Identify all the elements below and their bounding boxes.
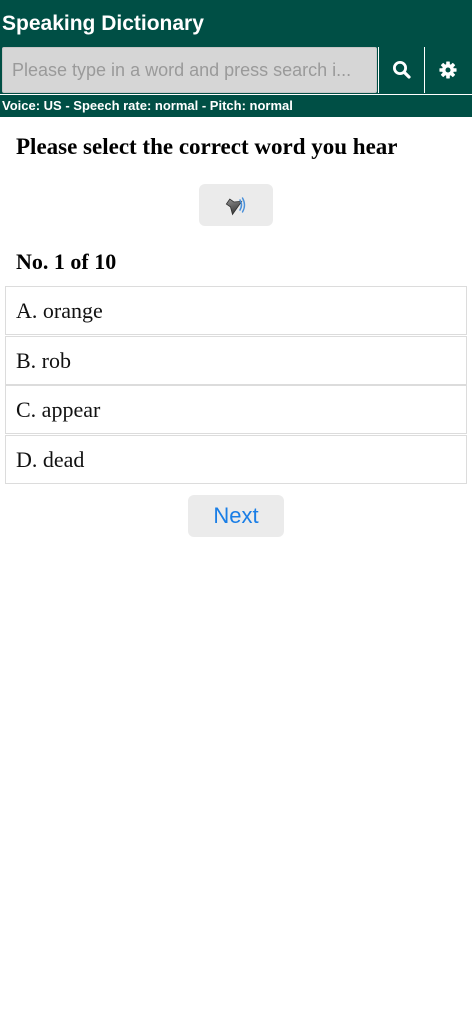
gear-icon [438,61,457,79]
app-header: Speaking Dictionary Voice: US - Speech r… [0,0,472,117]
search-icon [392,61,411,79]
search-button[interactable] [378,47,424,93]
voice-settings-line[interactable]: Voice: US - Speech rate: normal - Pitch:… [0,94,472,115]
settings-button[interactable] [424,47,470,93]
answer-option-a[interactable]: A. orange [5,286,467,335]
question-progress: No. 1 of 10 [16,249,117,274]
speaker-icon [225,197,246,216]
answer-option-c[interactable]: C. appear [5,385,467,434]
next-button[interactable]: Next [188,495,284,537]
answer-option-b[interactable]: B. rob [5,336,467,385]
play-sound-button[interactable] [199,184,273,226]
app-title: Speaking Dictionary [2,12,204,35]
search-input[interactable] [2,47,377,93]
answer-option-d[interactable]: D. dead [5,435,467,484]
quiz-prompt: Please select the correct word you hear [16,134,398,159]
